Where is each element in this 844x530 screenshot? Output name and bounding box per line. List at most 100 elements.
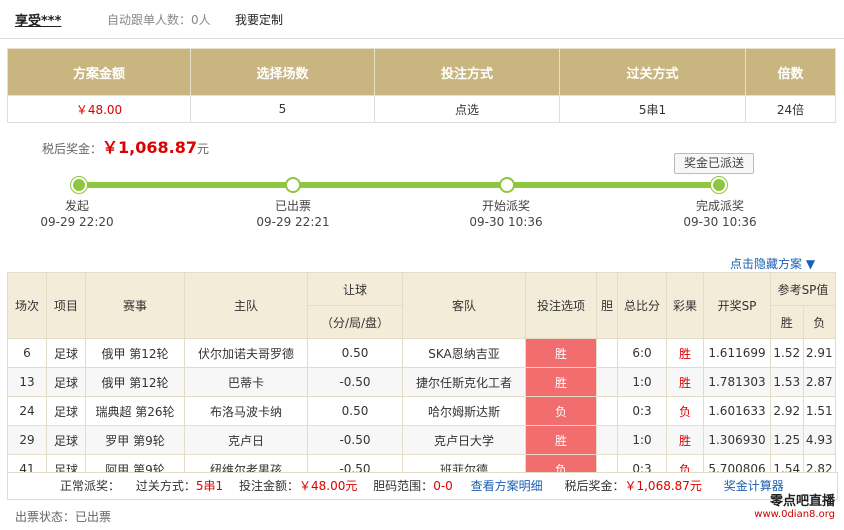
watermark-line1: 零点吧直播 xyxy=(769,494,835,509)
plan-summary-table: 方案金额 选择场数 投注方式 过关方式 倍数 ￥48.00 5 点选 5串1 2… xyxy=(7,48,836,123)
cell-ref-win: 1.25 xyxy=(770,425,804,455)
range-label: 胆码范围： xyxy=(373,479,434,493)
step-label: 完成派奖 xyxy=(695,199,744,213)
step-label: 开始派奖 xyxy=(481,199,530,213)
cell-match: 瑞典超 第26轮 xyxy=(85,396,185,426)
cell-type: 足球 xyxy=(46,338,86,368)
step-time: 09-29 22:20 xyxy=(40,215,114,229)
step-award-start: 开始派奖 09-30 10:36 xyxy=(456,198,556,230)
cell-score: 6:0 xyxy=(617,338,667,368)
summary-header-pass: 过关方式 xyxy=(559,48,746,96)
cell-num: 24 xyxy=(7,396,47,426)
prize-amount: ￥1,068.87 xyxy=(102,138,197,157)
col-home: 主队 xyxy=(184,272,308,339)
cell-handicap: 0.50 xyxy=(307,396,403,426)
plan-footer: 正常派奖： 过关方式：5串1 投注金额：￥48.00元 胆码范围：0-0 查看方… xyxy=(7,472,838,500)
range-value: 0-0 xyxy=(433,479,453,493)
follow-count: 自动跟单人数：0人 xyxy=(107,13,211,27)
watermark: 零点吧直播 www.0dian8.org xyxy=(735,490,835,520)
cell-match: 罗甲 第9轮 xyxy=(85,425,185,455)
after-tax-prize: 税后奖金：￥1,068.87元 xyxy=(42,134,209,158)
step-time: 09-30 10:36 xyxy=(683,215,757,229)
cell-home: 克卢日 xyxy=(184,425,308,455)
step-time: 09-30 10:36 xyxy=(469,215,543,229)
cell-score: 0:3 xyxy=(617,396,667,426)
cell-pick: 胜 xyxy=(525,338,597,368)
cell-result: 胜 xyxy=(666,367,704,397)
cell-ref-lose: 4.93 xyxy=(802,425,836,455)
table-row: 6 足球 俄甲 第12轮 伏尔加诺夫哥罗德 0.50 SKA恩纳吉亚 胜 6:0… xyxy=(7,338,836,368)
cell-result: 负 xyxy=(666,396,704,426)
col-handicap: 让球 xyxy=(307,272,403,306)
cell-ref-win: 2.92 xyxy=(770,396,804,426)
col-lose: 负 xyxy=(802,305,836,339)
cell-ref-win: 1.53 xyxy=(770,367,804,397)
summary-amount: ￥48.00 xyxy=(7,95,191,123)
view-detail-link[interactable]: 查看方案明细 xyxy=(471,473,543,499)
cell-away: 克卢日大学 xyxy=(402,425,526,455)
col-score: 总比分 xyxy=(617,272,667,339)
col-win: 胜 xyxy=(770,305,804,339)
summary-count: 5 xyxy=(190,95,375,123)
summary-pass: 5串1 xyxy=(559,95,746,123)
normal-award-label: 正常派奖： xyxy=(60,479,121,493)
cell-handicap: 0.50 xyxy=(307,338,403,368)
step-dot-award-done xyxy=(711,177,727,193)
prize-sent-button[interactable]: 奖金已派送 xyxy=(674,153,754,174)
cell-match: 俄甲 第12轮 xyxy=(85,338,185,368)
cell-home: 布洛马波卡纳 xyxy=(184,396,308,426)
col-match: 赛事 xyxy=(85,272,185,339)
cell-num: 29 xyxy=(7,425,47,455)
footer-prize-value: ￥1,068.87元 xyxy=(624,479,702,493)
cell-ref-lose: 2.87 xyxy=(802,367,836,397)
ticket-status: 出票状态：已出票 xyxy=(15,510,112,524)
summary-header-count: 选择场数 xyxy=(190,48,375,96)
cell-home: 伏尔加诺夫哥罗德 xyxy=(184,338,308,368)
cell-sp: 1.781303 xyxy=(703,367,771,397)
pass-label: 过关方式： xyxy=(135,479,196,493)
cell-handicap: -0.50 xyxy=(307,425,403,455)
cell-pick: 负 xyxy=(525,396,597,426)
cell-result: 胜 xyxy=(666,338,704,368)
col-sp: 开奖SP xyxy=(703,272,771,339)
cell-num: 13 xyxy=(7,367,47,397)
cell-home: 巴蒂卡 xyxy=(184,367,308,397)
col-ref-sp: 参考SP值 xyxy=(770,272,836,306)
step-ticketed: 已出票 09-29 22:21 xyxy=(243,198,343,230)
cell-sp: 1.601633 xyxy=(703,396,771,426)
step-dot-ticketed xyxy=(285,177,301,193)
cell-handicap: -0.50 xyxy=(307,367,403,397)
summary-multiple: 24倍 xyxy=(745,95,836,123)
hide-plan-link[interactable]: 点击隐藏方案 ▼ xyxy=(730,255,815,272)
cell-num: 6 xyxy=(7,338,47,368)
amount-label: 投注金额： xyxy=(238,479,299,493)
table-row: 29 足球 罗甲 第9轮 克卢日 -0.50 克卢日大学 胜 1:0 胜 1.3… xyxy=(7,425,836,455)
user-name-link[interactable]: 享受*** xyxy=(15,10,61,29)
table-row: 13 足球 俄甲 第12轮 巴蒂卡 -0.50 捷尔任斯克化工者 胜 1:0 胜… xyxy=(7,367,836,397)
step-label: 已出票 xyxy=(274,199,311,213)
step-time: 09-29 22:21 xyxy=(256,215,330,229)
cell-ref-lose: 2.91 xyxy=(802,338,836,368)
custom-link[interactable]: 我要定制 xyxy=(235,11,283,28)
top-bar: 享受*** 自动跟单人数：0人 我要定制 xyxy=(0,0,844,39)
cell-away: 捷尔任斯克化工者 xyxy=(402,367,526,397)
cell-ref-lose: 1.51 xyxy=(802,396,836,426)
cell-away: SKA恩纳吉亚 xyxy=(402,338,526,368)
cell-pick: 胜 xyxy=(525,367,597,397)
col-handicap-sub: （分/局/盘） xyxy=(307,305,403,339)
cell-banker xyxy=(596,396,618,426)
step-dot-award-start xyxy=(499,177,515,193)
cell-type: 足球 xyxy=(46,367,86,397)
step-dot-start xyxy=(71,177,87,193)
plan-detail-table: 场次 项目 赛事 主队 让球 客队 投注选项 胆 总比分 彩果 开奖SP 参考S… xyxy=(7,272,836,484)
cell-match: 俄甲 第12轮 xyxy=(85,367,185,397)
prize-unit: 元 xyxy=(196,142,209,156)
cell-banker xyxy=(596,425,618,455)
cell-pick: 胜 xyxy=(525,425,597,455)
cell-banker xyxy=(596,338,618,368)
step-label: 发起 xyxy=(64,199,89,213)
step-start: 发起 09-29 22:20 xyxy=(27,198,127,230)
col-num: 场次 xyxy=(7,272,47,339)
cell-banker xyxy=(596,367,618,397)
cell-type: 足球 xyxy=(46,425,86,455)
